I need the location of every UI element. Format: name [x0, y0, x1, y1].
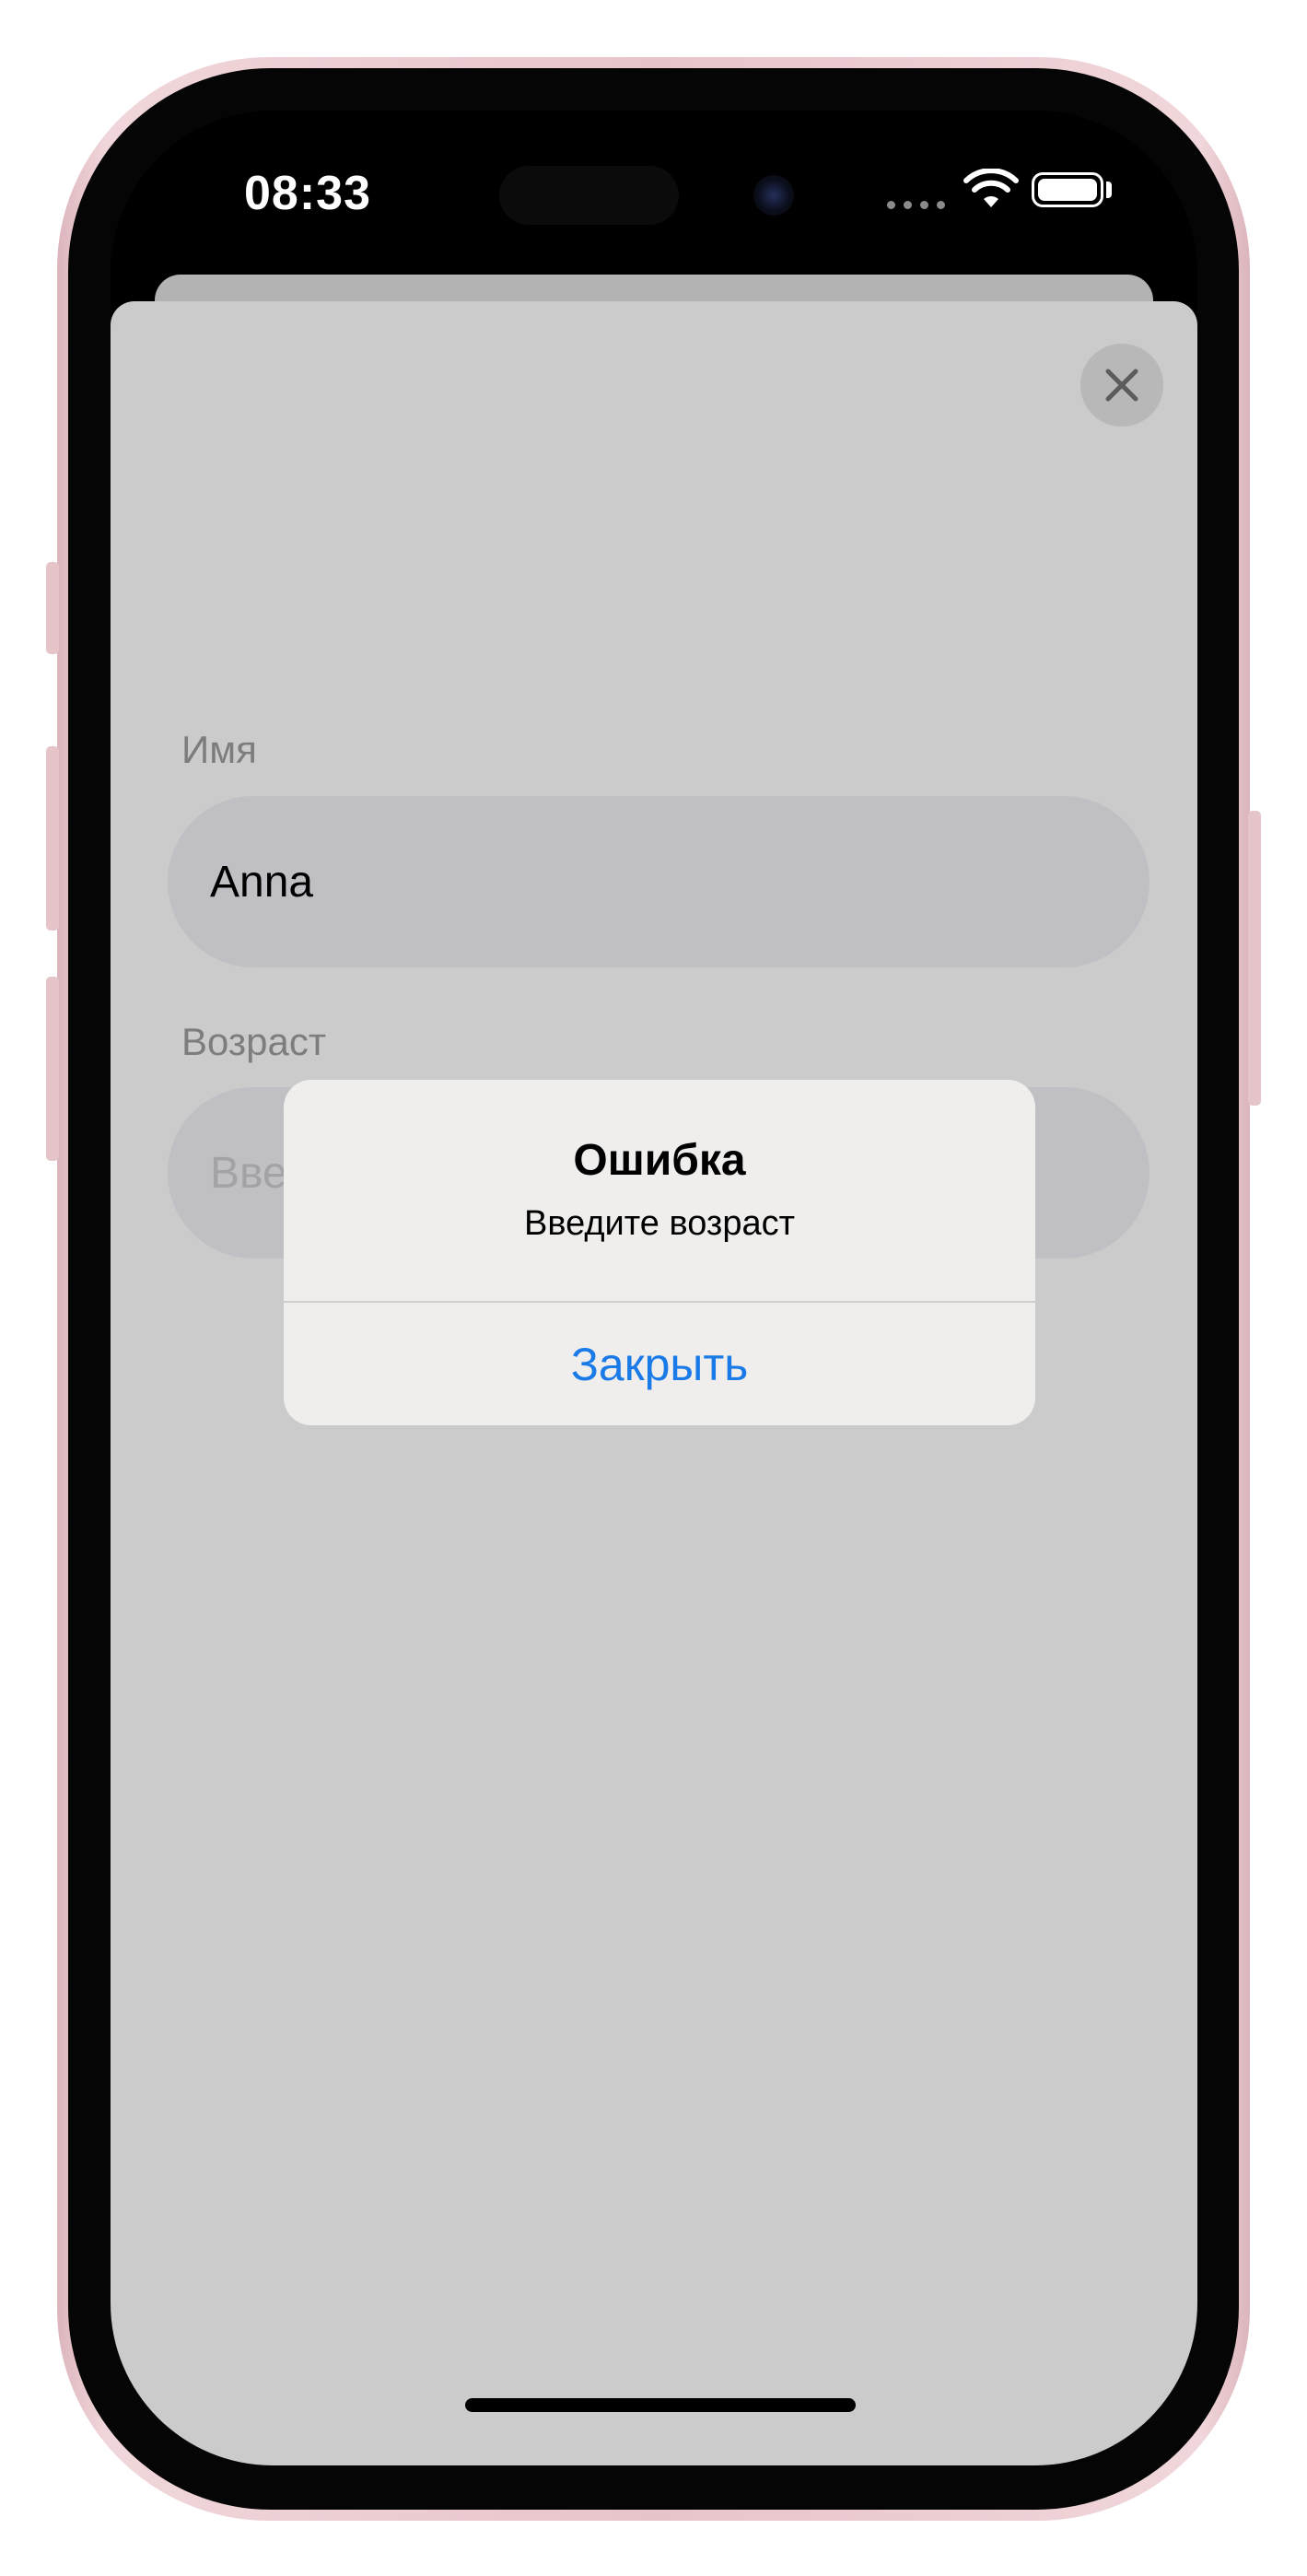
name-field-value: Anna [210, 857, 314, 907]
volume-down-button [46, 977, 59, 1161]
action-button [46, 562, 59, 654]
home-indicator[interactable] [465, 2398, 856, 2412]
power-button [1248, 811, 1261, 1106]
close-icon [1105, 369, 1138, 402]
close-button[interactable] [1080, 344, 1163, 427]
volume-up-button [46, 746, 59, 931]
status-time: 08:33 [244, 167, 371, 220]
dynamic-island-sensor [499, 166, 679, 225]
alert-title: Ошибка [573, 1136, 746, 1185]
battery-icon [1032, 172, 1103, 207]
screen: 08:33 Имя Anna Возраст Введите возраст [111, 111, 1197, 2465]
battery-level [1038, 179, 1097, 201]
alert-close-button[interactable]: Закрыть [284, 1303, 1035, 1425]
name-label: Имя [181, 728, 257, 771]
battery-cap [1106, 181, 1112, 198]
age-label: Возраст [181, 1020, 327, 1063]
camera-icon [753, 175, 794, 216]
alert-message: Введите возраст [523, 1204, 796, 1243]
dynamic-island [479, 143, 829, 248]
wifi-icon [963, 169, 1019, 207]
cellular-dots-icon [887, 201, 945, 209]
error-alert: Ошибка Введите возраст Закрыть [284, 1080, 1035, 1425]
name-field[interactable]: Anna [168, 796, 1149, 967]
